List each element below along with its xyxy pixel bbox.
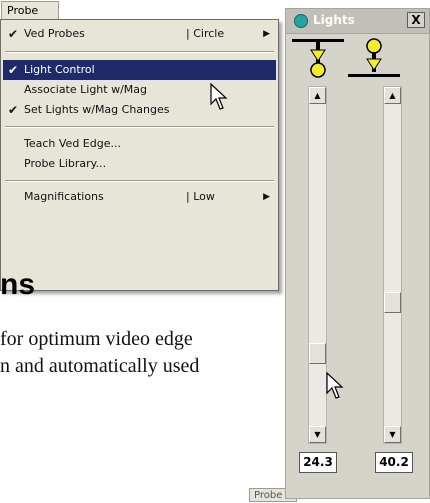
submenu-arrow-icon: ▶ bbox=[263, 29, 270, 39]
top-light-icon bbox=[292, 39, 344, 78]
submenu-value: | Low bbox=[186, 190, 215, 203]
lights-titlebar[interactable]: Lights X bbox=[286, 9, 429, 34]
menu-item-associate-light[interactable]: Associate Light w/Mag bbox=[3, 80, 276, 100]
menu-item-teach-ved-edge[interactable]: Teach Ved Edge... bbox=[3, 134, 276, 154]
lights-window-title: Lights bbox=[313, 13, 355, 27]
slider-thumb[interactable] bbox=[384, 292, 401, 313]
paragraph-line: n and automatically used bbox=[0, 355, 200, 377]
menu-separator bbox=[5, 180, 274, 182]
close-button[interactable]: X bbox=[407, 12, 425, 28]
menu-separator bbox=[5, 126, 274, 128]
body-paragraph: for optimum video edge n and automatical… bbox=[0, 326, 280, 380]
checkmark-icon: ✔ bbox=[8, 27, 19, 41]
bottom-light-icon bbox=[348, 38, 400, 77]
menu-item-probe-library[interactable]: Probe Library... bbox=[3, 154, 276, 174]
checkmark-icon: ✔ bbox=[8, 63, 19, 77]
paragraph-line: for optimum video edge bbox=[0, 328, 193, 350]
slider-up-button[interactable]: ▲ bbox=[309, 87, 326, 104]
menu-separator bbox=[5, 51, 274, 53]
section-heading-fragment: ns bbox=[0, 268, 36, 301]
submenu-value: | Circle bbox=[186, 27, 225, 40]
lights-window: Lights X ▲ ▼ ▲ ▼ 24.3 40.2 bbox=[285, 8, 430, 499]
menu-item-label: Light Control bbox=[24, 63, 95, 76]
menu-item-label: Set Lights w/Mag Changes bbox=[24, 103, 170, 116]
slider-up-button[interactable]: ▲ bbox=[384, 87, 401, 104]
top-light-value[interactable]: 24.3 bbox=[299, 452, 337, 473]
mouse-pointer-icon bbox=[326, 371, 344, 399]
menu-item-label: Ved Probes bbox=[24, 27, 85, 40]
menu-item-label: Associate Light w/Mag bbox=[24, 83, 148, 96]
slider-thumb[interactable] bbox=[309, 343, 326, 364]
menu-item-set-lights[interactable]: ✔ Set Lights w/Mag Changes bbox=[3, 100, 276, 120]
menu-item-light-control[interactable]: ✔ Light Control bbox=[3, 60, 276, 80]
bottom-light-slider[interactable]: ▲ ▼ bbox=[383, 86, 402, 444]
slider-down-button[interactable]: ▼ bbox=[309, 426, 326, 443]
lights-app-icon bbox=[294, 14, 308, 28]
menu-item-label: Magnifications bbox=[24, 190, 104, 203]
menu-item-label: Probe Library... bbox=[24, 157, 107, 170]
menu-item-label: Teach Ved Edge... bbox=[24, 137, 121, 150]
menu-item-ved-probes[interactable]: ✔ Ved Probes | Circle ▶ bbox=[3, 24, 276, 44]
mouse-pointer-icon bbox=[210, 82, 228, 110]
checkmark-icon: ✔ bbox=[8, 103, 19, 117]
probe-dropdown-menu: ✔ Ved Probes | Circle ▶ ✔ Light Control … bbox=[0, 19, 279, 291]
bottom-light-value[interactable]: 40.2 bbox=[375, 452, 413, 473]
probe-menu-title[interactable]: Probe bbox=[1, 1, 59, 19]
slider-down-button[interactable]: ▼ bbox=[384, 426, 401, 443]
menu-item-magnifications[interactable]: Magnifications | Low ▶ bbox=[3, 187, 276, 207]
submenu-arrow-icon: ▶ bbox=[263, 192, 270, 202]
